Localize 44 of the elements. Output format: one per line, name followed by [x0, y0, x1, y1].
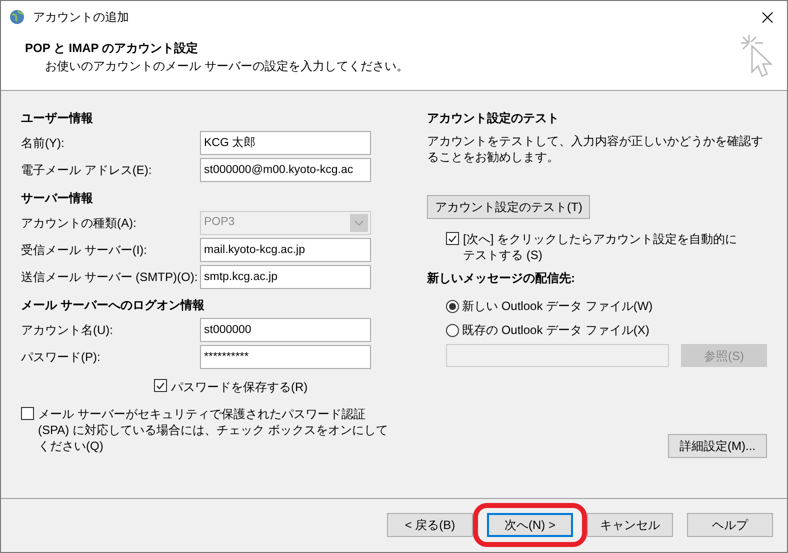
- checkbox[interactable]: [154, 379, 167, 392]
- radio-label: 既存の Outlook データ ファイル(X): [462, 322, 650, 339]
- field-label: アカウント名(U):: [21, 322, 113, 338]
- checkbox-label: パスワードを保存する(R): [171, 379, 308, 396]
- window-title: アカウントの追加: [33, 9, 129, 26]
- globe-icon: [9, 9, 25, 25]
- section-heading: サーバー情報: [21, 190, 94, 207]
- dialog-button[interactable]: ヘルプ: [687, 512, 773, 536]
- field-label: 電子メール アドレス(E):: [21, 162, 152, 178]
- more-settings-button[interactable]: 詳細設定(M)...: [668, 434, 767, 458]
- field-label: パスワード(P):: [21, 348, 100, 366]
- checkbox-label: [次へ] をクリックしたらアカウント設定を自動的にテストする (S): [463, 231, 738, 263]
- radio-label: 新しい Outlook データ ファイル(W): [462, 298, 653, 315]
- password-field[interactable]: **********: [200, 344, 371, 368]
- dialog-button[interactable]: キャンセル: [587, 512, 673, 536]
- checkbox-label: メール サーバーがセキュリティで保護されたパスワード認証 (SPA) に対応している場合には、チェック ボックスをオンにしてください(Q): [38, 406, 389, 454]
- page-subtitle: お使いのアカウントのメール サーバーの設定を入力してください。: [44, 58, 408, 75]
- dialog-button[interactable]: 次へ(N) >: [487, 512, 573, 536]
- field-label: 名前(Y):: [21, 134, 64, 152]
- close-icon: [762, 12, 772, 22]
- checkbox[interactable]: [446, 232, 459, 245]
- input-field[interactable]: mail.kyoto-kcg.ac.jp: [200, 238, 371, 262]
- page-heading: POP と IMAP のアカウント設定: [25, 40, 199, 57]
- field-label: アカウントの種類(A):: [21, 214, 136, 232]
- input-field[interactable]: st000000: [200, 318, 371, 342]
- section-heading: ユーザー情報: [21, 110, 94, 127]
- checkmark-icon: [448, 234, 457, 242]
- section-heading: メール サーバーへのログオン情報: [21, 297, 206, 314]
- test-account-button[interactable]: アカウント設定のテスト(T): [427, 195, 590, 219]
- test-description: アカウントをテストして、入力内容が正しいかどうかを確認することをお勧めします。: [427, 133, 764, 165]
- input-field[interactable]: st000000@m00.kyoto-kcg.ac: [200, 158, 371, 182]
- radio-button[interactable]: [446, 300, 459, 312]
- checkbox[interactable]: [21, 407, 34, 420]
- input-field[interactable]: smtp.kcg.ac.jp: [200, 264, 371, 288]
- field-label: 送信メール サーバー (SMTP)(O):: [21, 268, 198, 286]
- input-field[interactable]: KCG 太郎: [200, 130, 371, 154]
- section-heading: 新しいメッセージの配信先:: [427, 270, 576, 287]
- checkmark-icon: [156, 382, 165, 390]
- chevron-down-icon: [350, 214, 368, 232]
- section-heading: アカウント設定のテスト: [427, 110, 560, 127]
- data-file-path-field[interactable]: [446, 344, 669, 367]
- dialog-button[interactable]: < 戻る(B): [387, 512, 473, 536]
- radio-button[interactable]: [446, 324, 459, 336]
- field-label: 受信メール サーバー(I):: [21, 242, 147, 258]
